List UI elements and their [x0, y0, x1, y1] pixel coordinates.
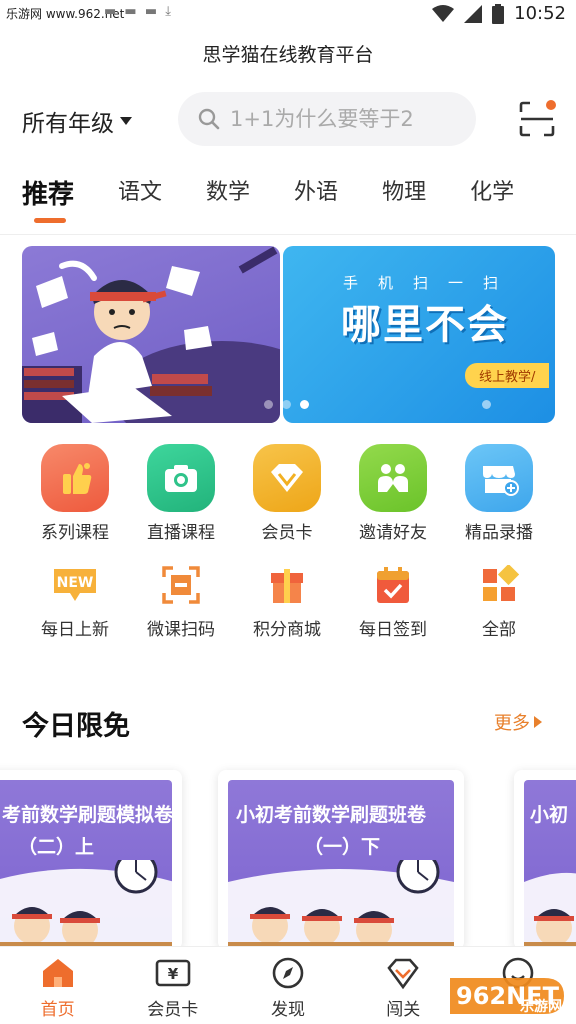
- course-card-title: 小初考前数学刷题班卷: [236, 804, 427, 826]
- grid-label: 系列课程: [41, 523, 109, 543]
- grid-item-micro-course-scan[interactable]: 微课扫码: [128, 559, 234, 640]
- level-icon: [385, 955, 421, 991]
- svg-text:NEW: NEW: [57, 575, 94, 591]
- search-input[interactable]: [230, 107, 460, 131]
- tab-physics[interactable]: 物理: [382, 174, 426, 226]
- student-illustration: [524, 872, 576, 950]
- course-card-title: 小初: [530, 804, 569, 826]
- tab-foreign-language[interactable]: 外语: [294, 174, 338, 226]
- grid-item-live-courses[interactable]: 直播课程: [128, 444, 234, 543]
- grid-label: 微课扫码: [147, 620, 215, 640]
- tab-chinese[interactable]: 语文: [118, 174, 162, 226]
- new-icon: NEW: [51, 561, 99, 609]
- nav-label: 闯关: [386, 1000, 421, 1020]
- grid-label: 邀请好友: [359, 523, 427, 543]
- carousel-dot-next: [482, 400, 491, 409]
- course-card-subtitle: （二）上: [18, 836, 95, 858]
- grid-item-series-courses[interactable]: 系列课程: [22, 444, 128, 543]
- more-label: 更多: [494, 713, 530, 734]
- grid-label: 会员卡: [261, 523, 313, 543]
- grade-selector[interactable]: 所有年级: [22, 104, 132, 138]
- grid-label: 每日签到: [359, 620, 427, 640]
- calendar-check-icon: [369, 561, 417, 609]
- banner-scan-promo[interactable]: 手机扫一扫 哪里不会 线上教学/: [283, 246, 555, 423]
- course-card[interactable]: 小初: [514, 770, 576, 950]
- more-link[interactable]: 更多: [494, 709, 542, 735]
- clock-illustration: [228, 860, 454, 950]
- all-apps-icon: [475, 561, 523, 609]
- grid-label: 精品录播: [465, 523, 533, 543]
- subject-tabs: 推荐 语文 数学 外语 物理 化学: [22, 174, 558, 226]
- banner-promo-subtitle: 手机扫一扫: [343, 274, 519, 292]
- thumbs-up-icon: [41, 444, 109, 512]
- compass-icon: [270, 955, 306, 991]
- carousel-indicator: [264, 400, 309, 409]
- grid-item-points-mall[interactable]: 积分商城: [234, 559, 340, 640]
- grid-label: 全部: [482, 620, 516, 640]
- tab-divider: [0, 234, 576, 235]
- gift-icon: [263, 561, 311, 609]
- caret-down-icon: [120, 117, 132, 125]
- carousel-dot[interactable]: [264, 400, 273, 409]
- status-time: 10:52: [514, 3, 566, 24]
- status-bar: 乐游网 www.962.net ▬ ▬ ▬ ⤓ 10:52: [0, 0, 576, 30]
- nav-discover[interactable]: 发现: [230, 947, 345, 1024]
- friends-icon: [359, 444, 427, 512]
- course-card-cover: 小初: [524, 780, 576, 950]
- carousel-dot[interactable]: [282, 400, 291, 409]
- grade-label: 所有年级: [22, 111, 114, 137]
- banner-exam-student[interactable]: [22, 246, 280, 423]
- store-icon: [465, 444, 533, 512]
- section-title: 今日限免: [22, 711, 130, 742]
- grid-item-member-card[interactable]: 会员卡: [234, 444, 340, 543]
- tab-recommend[interactable]: 推荐: [22, 174, 74, 226]
- grid-item-daily-checkin[interactable]: 每日签到: [340, 559, 446, 640]
- nav-home[interactable]: 首页: [0, 947, 115, 1024]
- nav-label: 首页: [40, 1000, 75, 1020]
- course-card-cover: 小初考前数学刷题班卷 （一）下: [228, 780, 454, 950]
- grid-label: 积分商城: [253, 620, 321, 640]
- banner-promo-title: 哪里不会: [341, 302, 509, 348]
- course-card[interactable]: 小初考前数学刷题班卷 （一）下: [218, 770, 464, 950]
- nav-label: 会员卡: [147, 1000, 199, 1020]
- svg-text:¥: ¥: [168, 965, 179, 983]
- tab-math[interactable]: 数学: [206, 174, 250, 226]
- watermark-text: 乐游网: [520, 999, 562, 1015]
- course-card[interactable]: 考前数学刷题模拟卷 （二）上: [0, 770, 182, 950]
- search-bar[interactable]: [178, 92, 476, 146]
- wifi-icon: [432, 4, 455, 22]
- signal-icon: [464, 4, 483, 23]
- member-card-icon: ¥: [155, 955, 191, 991]
- clock-illustration: [0, 860, 172, 950]
- chevron-right-icon: [534, 716, 542, 728]
- tab-chemistry[interactable]: 化学: [470, 174, 514, 226]
- feature-grid: 系列课程 直播课程 会员卡 邀请好友 精品录播 NEW 每日上新 微课扫码 积分…: [22, 444, 556, 640]
- home-icon: [40, 955, 76, 991]
- carousel-dot-active[interactable]: [300, 400, 309, 409]
- grid-item-all[interactable]: 全部: [446, 559, 552, 640]
- scan-icon: [519, 100, 556, 137]
- grid-label: 每日上新: [41, 620, 109, 640]
- search-icon: [198, 108, 220, 130]
- nav-label: 发现: [271, 1000, 305, 1020]
- status-notification-icons: ▬ ▬ ▬ ⤓: [104, 4, 173, 19]
- course-card-subtitle: （一）下: [304, 836, 381, 858]
- banner-promo-tag: 线上教学/: [465, 363, 550, 388]
- course-card-title: 考前数学刷题模拟卷: [2, 804, 172, 826]
- watermark-logo: 962NET 乐游网: [444, 970, 570, 1020]
- app-title: 思学猫在线教育平台: [202, 44, 374, 66]
- course-card-cover: 考前数学刷题模拟卷 （二）上: [0, 780, 172, 950]
- qr-scan-icon: [157, 561, 205, 609]
- grid-label: 直播课程: [147, 523, 215, 543]
- grid-item-premium-recordings[interactable]: 精品录播: [446, 444, 552, 543]
- status-right: 10:52: [432, 3, 566, 24]
- nav-member-card[interactable]: ¥ 会员卡: [115, 947, 230, 1024]
- battery-icon: [492, 3, 505, 24]
- grid-item-daily-new[interactable]: NEW 每日上新: [22, 559, 128, 640]
- camera-icon: [147, 444, 215, 512]
- grid-item-invite-friends[interactable]: 邀请好友: [340, 444, 446, 543]
- diamond-icon: [253, 444, 321, 512]
- scan-button[interactable]: [518, 100, 556, 138]
- student-illustration: [22, 246, 280, 423]
